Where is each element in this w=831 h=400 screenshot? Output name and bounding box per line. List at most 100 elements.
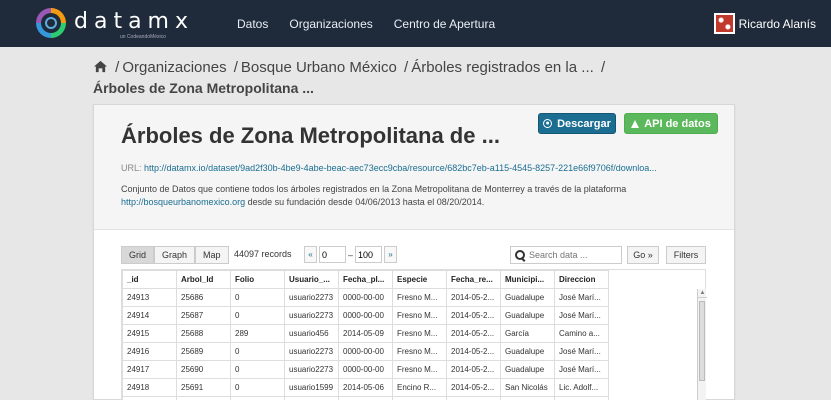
description-tail: desde su fundación desde 04/06/2013 hast…: [247, 197, 485, 207]
logo-subtitle: un CodeandoMéxico: [120, 34, 166, 40]
column-header[interactable]: Municipi...: [500, 270, 555, 289]
user-name: Ricardo Alanís: [738, 16, 816, 31]
table-cell: Guadalupe: [500, 306, 555, 325]
home-icon[interactable]: [93, 60, 108, 73]
table-row[interactable]: 24913 25686 0 usuario2273 0000-00-00 Fresno M…: [122, 288, 609, 307]
api-button[interactable]: API de datos: [624, 113, 718, 134]
nav-link-organizaciones[interactable]: Organizaciones: [289, 17, 372, 31]
data-table: _id Arbol_Id Folio Usuario_... Fecha_pl... Es…: [122, 270, 609, 400]
breadcrumb-current: Árboles de Zona Metropolitana ...: [93, 80, 314, 96]
table-cell: 24916: [122, 342, 177, 361]
table-cell: Guadalupe: [500, 288, 555, 307]
go-button[interactable]: Go »: [627, 246, 659, 264]
data-explorer-toolbar: Grid Graph Map 44097 records « – » Go » …: [121, 246, 706, 264]
table-cell: usuario2273: [284, 360, 339, 379]
breadcrumb: / Organizaciones / Bosque Urbano México / Á…: [93, 58, 793, 98]
table-cell: 24919: [122, 396, 177, 400]
table-cell: 0: [230, 360, 285, 379]
table-row[interactable]: 24915 25688 289 usuario456 2014-05-09 Fresno …: [122, 324, 609, 343]
pager-prev-button[interactable]: «: [304, 246, 317, 263]
tab-map[interactable]: Map: [195, 246, 229, 264]
avatar: [713, 13, 735, 34]
table-cell: 0: [230, 306, 285, 325]
tab-graph[interactable]: Graph: [154, 246, 196, 264]
table-cell: Encino R...: [392, 378, 447, 397]
table-cell: 25688: [176, 324, 231, 343]
datamx-logo[interactable]: datamx un CodeandoMéxico: [36, 8, 206, 40]
nav-link-centro-apertura[interactable]: Centro de Apertura: [394, 17, 495, 31]
pager-to-input[interactable]: [355, 246, 383, 263]
nav-link-datos[interactable]: Datos: [237, 17, 268, 31]
top-navbar: datamx un CodeandoMéxico Datos Organizac…: [0, 0, 831, 47]
table-cell: Fresno M...: [392, 288, 447, 307]
filters-button[interactable]: Filters: [666, 246, 706, 264]
table-cell: 2014-05-2...: [446, 288, 501, 307]
column-header[interactable]: _id: [122, 270, 177, 289]
user-menu[interactable]: Ricardo Alanís: [713, 0, 816, 47]
description-text: Conjunto de Datos que contiene todos los…: [121, 184, 627, 194]
download-button[interactable]: ● Descargar: [538, 113, 616, 134]
table-cell: 24914: [122, 306, 177, 325]
resource-description: Conjunto de Datos que contiene todos los…: [121, 183, 701, 209]
search-input[interactable]: [529, 250, 609, 260]
column-header[interactable]: Fecha_re...: [446, 270, 501, 289]
search-icon: [511, 247, 529, 263]
pager: « – »: [304, 246, 398, 263]
column-header[interactable]: Especie: [392, 270, 447, 289]
column-header[interactable]: Arbol_Id: [176, 270, 231, 289]
pager-from-input[interactable]: [319, 246, 346, 263]
table-row[interactable]: 24914 25687 0 usuario2273 0000-00-00 Fresno M…: [122, 306, 609, 325]
logo-text: datamx: [74, 9, 195, 34]
table-cell: 24915: [122, 324, 177, 343]
grid-scrollbar[interactable]: ▲: [697, 289, 707, 400]
table-cell: usuario1599: [284, 378, 339, 397]
table-cell: 289: [230, 324, 285, 343]
table-row[interactable]: 24919256920usuario22730000-00-00Fresno M…: [122, 396, 609, 400]
scroll-thumb[interactable]: [699, 301, 705, 381]
column-header[interactable]: Fecha_pl...: [338, 270, 393, 289]
table-cell: 0: [230, 288, 285, 307]
data-grid: _id Arbol_Id Folio Usuario_... Fecha_pl... Es…: [121, 269, 707, 400]
description-link[interactable]: http://bosqueurbanomexico.org: [121, 197, 245, 207]
table-cell: Fresno M...: [392, 306, 447, 325]
column-header[interactable]: Direccion: [554, 270, 609, 289]
download-icon: ●: [543, 119, 553, 128]
resource-url: URL: http://datamx.io/dataset/9ad2f30b-4…: [121, 163, 721, 173]
table-cell: 0000-00-00: [338, 396, 393, 400]
breadcrumb-item-organization[interactable]: Bosque Urbano México: [241, 59, 397, 76]
table-cell: San Nicolás: [500, 378, 555, 397]
table-row[interactable]: 24918 25691 0 usuario1599 2014-05-06 Encino R…: [122, 378, 609, 397]
table-row[interactable]: 24917 25690 0 usuario2273 0000-00-00 Fresno M…: [122, 360, 609, 379]
breadcrumb-item-dataset[interactable]: Árboles registrados en la ...: [411, 59, 594, 76]
table-cell: 25687: [176, 306, 231, 325]
view-switcher: Grid Graph Map: [121, 246, 229, 264]
logo-ring-icon: [36, 8, 66, 38]
table-header-row: _id Arbol_Id Folio Usuario_... Fecha_pl... Es…: [122, 270, 609, 289]
table-cell: Fresno M...: [392, 396, 447, 400]
table-cell: Guadalupe: [500, 396, 555, 400]
flask-icon: [631, 119, 640, 128]
record-count: 44097 records: [234, 249, 292, 259]
table-cell: 24918: [122, 378, 177, 397]
column-header[interactable]: Folio: [230, 270, 285, 289]
table-cell: José Marí...: [554, 288, 609, 307]
resource-url-link[interactable]: http://datamx.io/dataset/9ad2f30b-4be9-4…: [144, 163, 657, 173]
url-label: URL:: [121, 163, 142, 173]
table-cell: 0000-00-00: [338, 306, 393, 325]
tab-grid[interactable]: Grid: [121, 246, 155, 264]
download-label: Descargar: [557, 117, 611, 130]
scroll-up-icon[interactable]: ▲: [698, 289, 707, 298]
column-header[interactable]: Usuario_...: [284, 270, 339, 289]
table-cell: 2014-05-2...: [446, 342, 501, 361]
pager-next-button[interactable]: »: [384, 246, 398, 263]
table-cell: usuario456: [284, 324, 339, 343]
table-cell: usuario2273: [284, 342, 339, 361]
pager-separator: –: [348, 249, 354, 260]
nav-links: Datos Organizaciones Centro de Apertura: [237, 0, 495, 47]
breadcrumb-item-organizaciones[interactable]: Organizaciones: [122, 59, 226, 76]
table-cell: García: [500, 324, 555, 343]
table-row[interactable]: 24916 25689 0 usuario2273 0000-00-00 Fresno M…: [122, 342, 609, 361]
table-cell: 0000-00-00: [338, 288, 393, 307]
table-cell: 25692: [176, 396, 231, 400]
table-cell: 25686: [176, 288, 231, 307]
